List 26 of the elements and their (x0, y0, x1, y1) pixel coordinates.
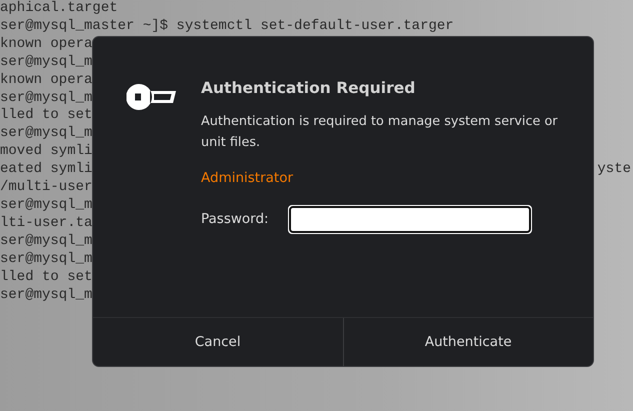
terminal-line: lti-user.ta (0, 214, 92, 233)
terminal-line: known opera (0, 36, 92, 54)
terminal-line: ser@mysql_m (0, 125, 92, 144)
terminal-line: ser@mysql_m (0, 196, 92, 215)
terminal-line: ser@mysql_master ~]$ systemctl set-default-user.targer (0, 18, 454, 36)
terminal-line: ser@mysql_m (0, 54, 92, 72)
terminal-line: /multi-user (0, 179, 92, 197)
terminal-line: known opera (0, 72, 92, 90)
user-name: Administrator (201, 169, 294, 188)
terminal-line: eated symli (0, 161, 92, 180)
authenticate-button[interactable]: Authenticate (342, 318, 593, 366)
terminal-line: yste (597, 161, 631, 180)
terminal-line: lled to set (0, 107, 92, 126)
terminal-line: moved symli (0, 143, 92, 162)
terminal-line: ser@mysql_m (0, 286, 92, 304)
cancel-button[interactable]: Cancel (93, 318, 342, 366)
terminal-line: ser@mysql_m (0, 250, 92, 269)
terminal-line: ser@mysql_m (0, 232, 92, 251)
dialog-title: Authentication Required (201, 78, 416, 99)
terminal-line: aphical.target (0, 0, 118, 18)
key-icon (126, 84, 176, 110)
password-label: Password: (201, 210, 269, 229)
terminal-line: lled to set (0, 268, 92, 286)
password-field[interactable] (288, 206, 531, 232)
terminal-line: ser@mysql_m (0, 90, 92, 108)
dialog-message: Authentication is required to manage system service or unit files. (201, 113, 559, 152)
